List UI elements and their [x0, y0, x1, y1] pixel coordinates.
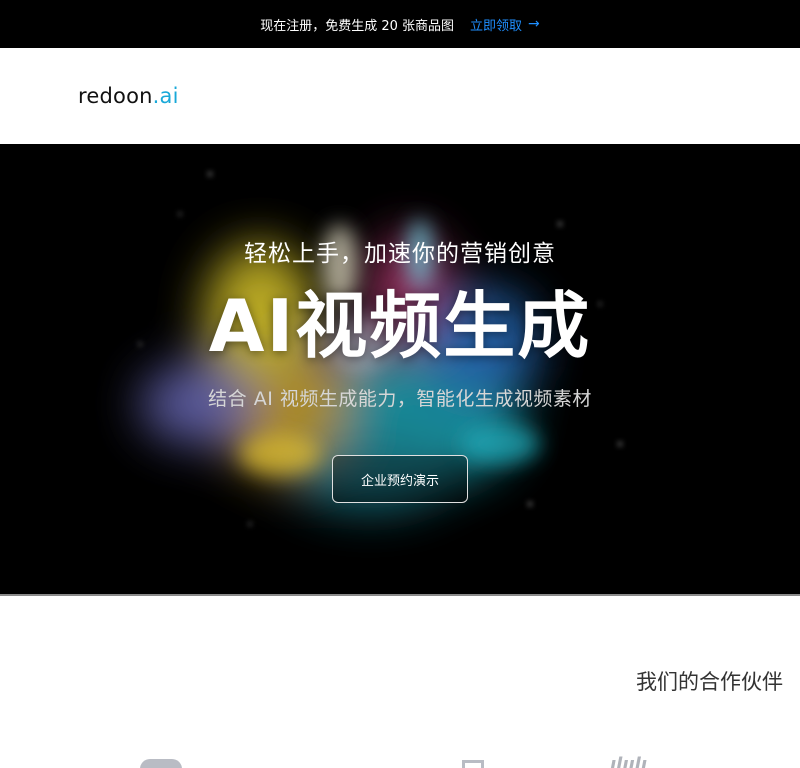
hero-description: 结合 AI 视频生成能力，智能化生成视频素材 — [208, 388, 592, 410]
book-demo-button[interactable]: 企业预约演示 — [332, 455, 468, 503]
hero-subtitle: 轻松上手，加速你的营销创意 — [244, 241, 556, 267]
arrow-right-icon: → — [528, 16, 540, 32]
hero-section: 轻松上手，加速你的营销创意 AI视频生成 结合 AI 视频生成能力，智能化生成视… — [0, 144, 800, 594]
partner-logo — [140, 759, 182, 768]
partner-logo: ılıılı — [610, 754, 648, 768]
partners-title: 我们的合作伙伴 — [636, 670, 783, 694]
hero-content: 轻松上手，加速你的营销创意 AI视频生成 结合 AI 视频生成能力，智能化生成视… — [0, 144, 800, 594]
claim-now-label: 立即领取 — [470, 18, 523, 34]
partner-logo — [462, 760, 484, 768]
promo-text: 现在注册，免费生成 20 张商品图 — [260, 18, 455, 34]
logo-suffix-text: .ai — [152, 84, 179, 108]
site-logo[interactable]: redoon.ai — [78, 84, 179, 108]
partners-section: 我们的合作伙伴 ılıılı — [0, 596, 800, 768]
hero-title: AI视频生成 — [208, 284, 592, 368]
promo-bar: 现在注册，免费生成 20 张商品图 立即领取 → — [0, 0, 800, 48]
claim-now-link[interactable]: 立即领取 → — [470, 15, 540, 34]
logo-main-text: redoon — [78, 84, 153, 108]
site-header: redoon.ai — [0, 48, 800, 144]
